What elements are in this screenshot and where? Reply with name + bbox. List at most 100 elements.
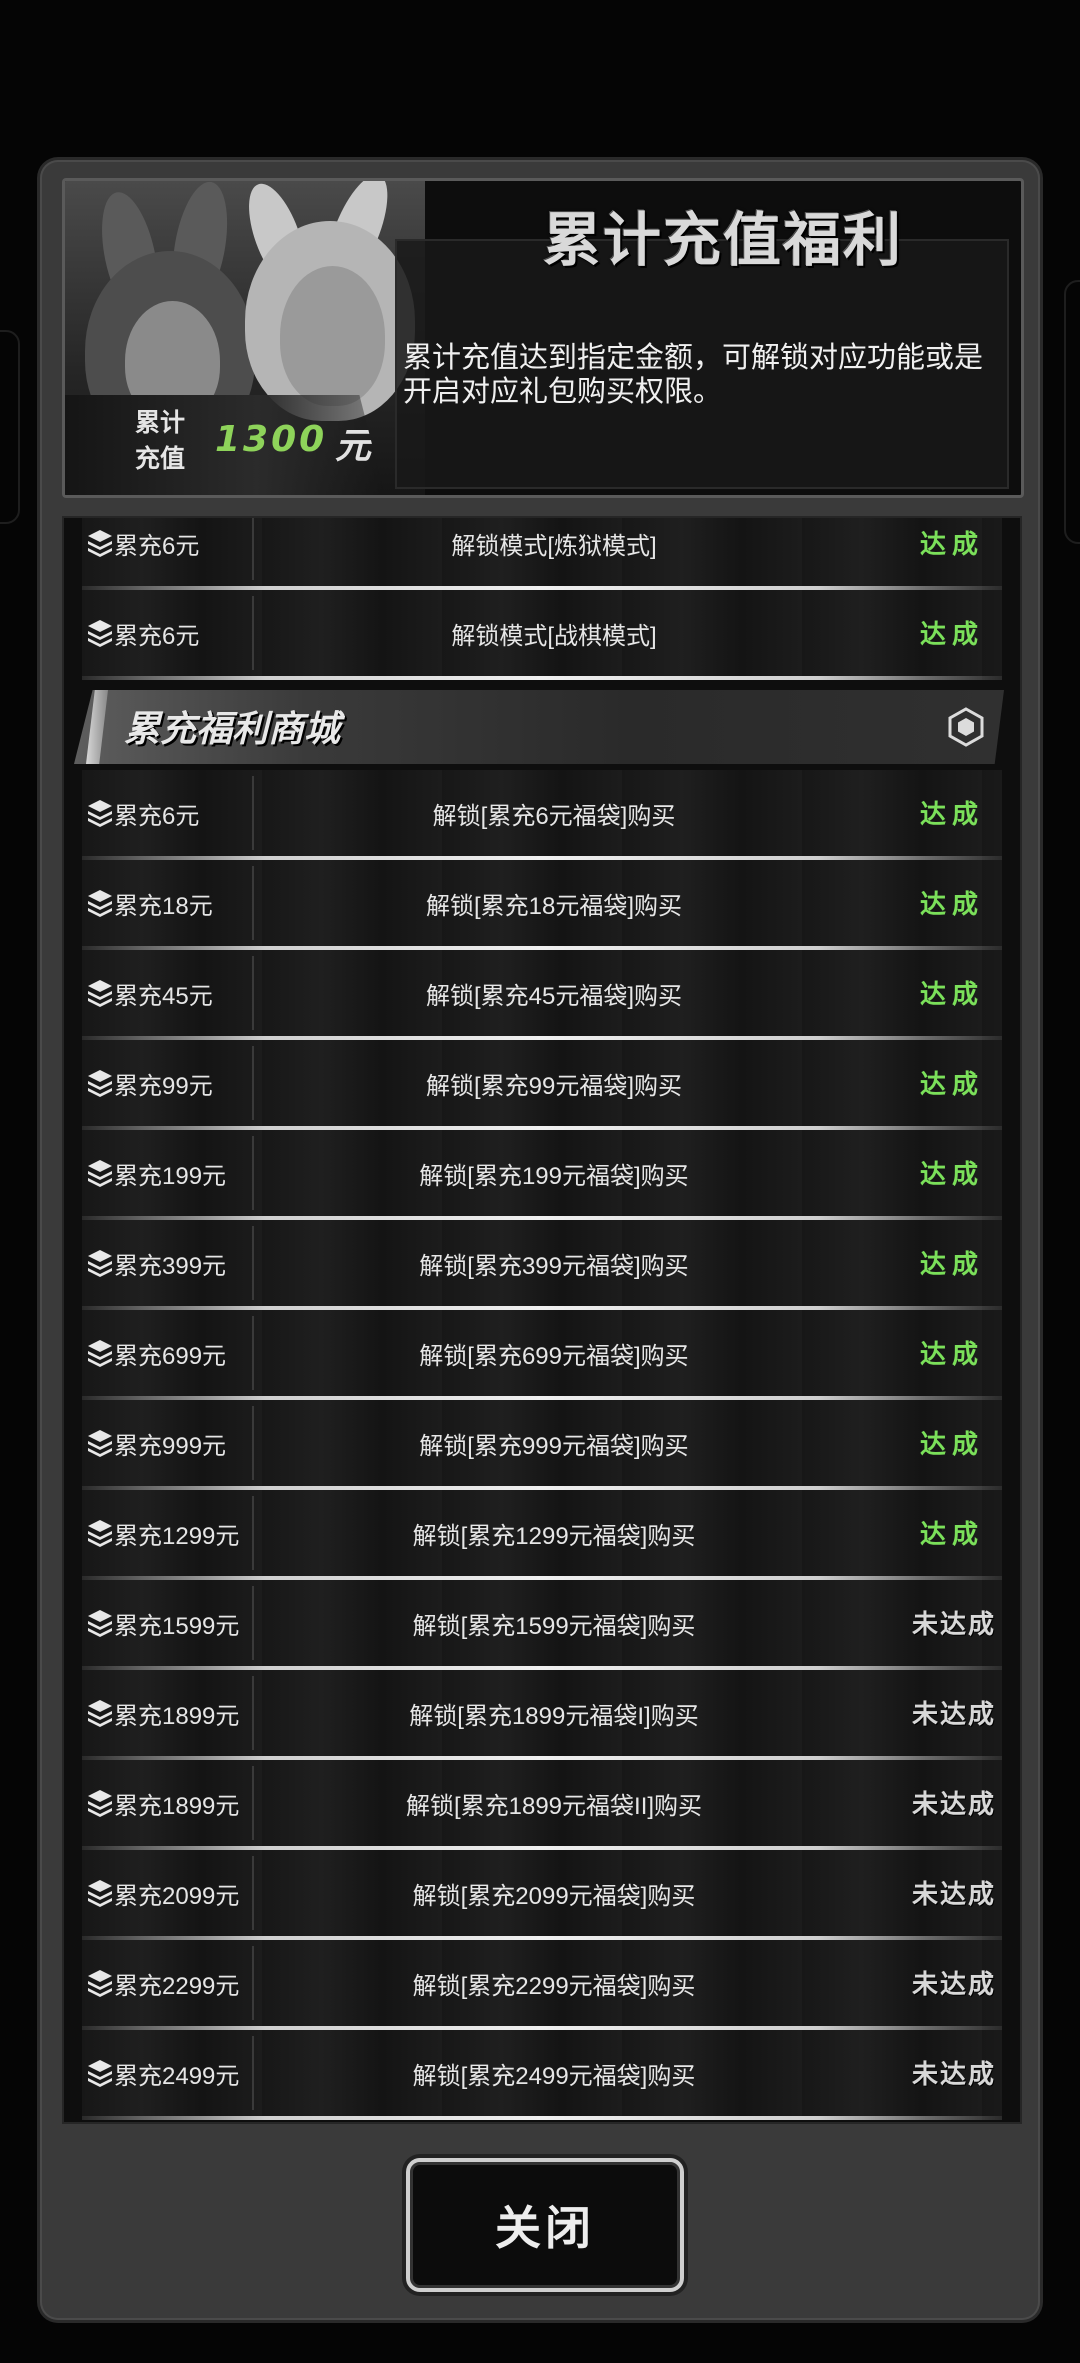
dialog-header: 累计 充值 1300 元 累计充值福利 累计充值达到指定金额，可解锁对应功能或是…: [62, 178, 1024, 498]
row-requirement: 累充999元: [114, 1433, 227, 1460]
layers-icon: [86, 1608, 114, 1638]
badge-label-line1: 累计: [134, 409, 185, 437]
row-description: 解锁[累充18元福袋]购买: [425, 893, 683, 920]
layers-icon: [86, 1518, 114, 1548]
background-frame-left: [0, 330, 20, 524]
row-requirement: 累充1899元: [114, 1793, 240, 1820]
list-item: 累充399元 解锁[累充399元福袋]购买 达成: [82, 1220, 1002, 1310]
layers-icon: [86, 1338, 114, 1368]
hexagon-icon[interactable]: [946, 707, 986, 747]
character-art: 累计 充值 1300 元: [65, 181, 425, 495]
badge-label-line2: 充值: [134, 445, 185, 473]
status-badge: 未达成: [911, 1879, 996, 1909]
status-badge: 达成: [919, 889, 984, 919]
row-requirement: 累充199元: [114, 1163, 227, 1190]
row-description: 解锁[累充199元福袋]购买: [419, 1163, 689, 1190]
status-badge: 达成: [919, 529, 984, 559]
status-badge: 达成: [919, 1339, 984, 1369]
status-badge: 达成: [919, 1519, 984, 1549]
list-item: 累充1899元 解锁[累充1899元福袋II]购买 未达成: [82, 1760, 1002, 1850]
section-stripe: [86, 690, 108, 764]
recharge-total-badge: 累计 充值 1300 元: [65, 395, 385, 495]
status-badge: 达成: [919, 1249, 984, 1279]
reward-list[interactable]: 累充6元 解锁模式[炼狱模式] 达成 累充6元 解锁模式[战棋模式] 达成 累充福利商城 累充…: [62, 516, 1022, 2124]
badge-unit: 元: [335, 425, 372, 466]
row-description: 解锁[累充2499元福袋]购买: [412, 2063, 696, 2090]
row-requirement: 累充6元: [114, 533, 200, 560]
row-description: 解锁[累充1299元福袋]购买: [412, 1523, 696, 1550]
status-badge: 达成: [919, 1069, 984, 1099]
row-requirement: 累充2099元: [114, 1883, 240, 1910]
row-requirement: 累充1599元: [114, 1613, 240, 1640]
layers-icon: [86, 1878, 114, 1908]
row-description: 解锁[累充2099元福袋]购买: [412, 1883, 696, 1910]
status-badge: 达成: [919, 799, 984, 829]
layers-icon: [86, 1968, 114, 1998]
row-description: 解锁[累充1899元福袋I]购买: [409, 1703, 699, 1730]
layers-icon: [86, 1788, 114, 1818]
layers-icon: [86, 1248, 114, 1278]
page-title: 累计充值福利: [542, 208, 903, 273]
layers-icon: [86, 978, 114, 1008]
list-item: 累充6元 解锁模式[炼狱模式] 达成: [82, 518, 1002, 590]
row-description: 解锁[累充99元福袋]购买: [425, 1073, 683, 1100]
cumulative-recharge-dialog: 累计 充值 1300 元 累计充值福利 累计充值达到指定金额，可解锁对应功能或是…: [40, 160, 1040, 2320]
face-right: [280, 266, 385, 406]
row-requirement: 累充1899元: [114, 1703, 240, 1730]
status-badge: 未达成: [911, 1789, 996, 1819]
row-description: 解锁[累充45元福袋]购买: [425, 983, 683, 1010]
status-badge: 达成: [919, 619, 984, 649]
row-requirement: 累充45元: [114, 983, 213, 1010]
list-item: 累充6元 解锁[累充6元福袋]购买 达成: [82, 770, 1002, 860]
layers-icon: [86, 1428, 114, 1458]
list-item: 累充1299元 解锁[累充1299元福袋]购买 达成: [82, 1490, 1002, 1580]
list-item: 累充2099元 解锁[累充2099元福袋]购买 未达成: [82, 1850, 1002, 1940]
list-item: 累充18元 解锁[累充18元福袋]购买 达成: [82, 860, 1002, 950]
status-badge: 未达成: [911, 2059, 996, 2089]
row-description: 解锁模式[炼狱模式]: [451, 533, 657, 560]
status-badge: 达成: [919, 1429, 984, 1459]
status-badge: 未达成: [911, 1609, 996, 1639]
list-item: 累充2499元 解锁[累充2499元福袋]购买 未达成: [82, 2030, 1002, 2120]
row-requirement: 累充18元: [114, 893, 213, 920]
row-requirement: 累充6元: [114, 623, 200, 650]
section-header: 累充福利商城: [74, 690, 1004, 764]
row-requirement: 累充1299元: [114, 1523, 240, 1550]
row-requirement: 累充6元: [114, 803, 200, 830]
row-description: 解锁[累充2299元福袋]购买: [412, 1973, 696, 2000]
layers-icon: [86, 798, 114, 828]
row-description: 解锁[累充399元福袋]购买: [419, 1253, 689, 1280]
layers-icon: [86, 1698, 114, 1728]
list-item: 累充999元 解锁[累充999元福袋]购买 达成: [82, 1400, 1002, 1490]
status-badge: 未达成: [911, 1969, 996, 1999]
list-item: 累充199元 解锁[累充199元福袋]购买 达成: [82, 1130, 1002, 1220]
status-badge: 达成: [919, 979, 984, 1009]
list-item: 累充1899元 解锁[累充1899元福袋I]购买 未达成: [82, 1670, 1002, 1760]
row-description: 解锁模式[战棋模式]: [451, 623, 657, 650]
row-requirement: 累充99元: [114, 1073, 213, 1100]
list-item: 累充2299元 解锁[累充2299元福袋]购买 未达成: [82, 1940, 1002, 2030]
list-item: 累充99元 解锁[累充99元福袋]购买 达成: [82, 1040, 1002, 1130]
header-description: 累计充值达到指定金额，可解锁对应功能或是开启对应礼包购买权限。: [403, 342, 984, 408]
badge-amount: 1300: [215, 419, 328, 460]
row-description: 解锁[累充6元福袋]购买: [432, 803, 676, 830]
layers-icon: [86, 888, 114, 918]
badge-label: 累计 充值: [105, 405, 215, 485]
row-description: 解锁[累充1599元福袋]购买: [412, 1613, 696, 1640]
list-item: 累充45元 解锁[累充45元福袋]购买 达成: [82, 950, 1002, 1040]
layers-icon: [86, 618, 114, 648]
row-requirement: 累充2499元: [114, 2063, 240, 2090]
section-title: 累充福利商城: [124, 708, 341, 749]
row-requirement: 累充2299元: [114, 1973, 240, 2000]
list-item: 累充6元 解锁模式[战棋模式] 达成: [82, 590, 1002, 680]
row-description: 解锁[累充1899元福袋II]购买: [405, 1793, 703, 1820]
background-frame-right: [1064, 280, 1080, 544]
list-item: 累充699元 解锁[累充699元福袋]购买 达成: [82, 1310, 1002, 1400]
close-button[interactable]: 关闭: [406, 2158, 684, 2292]
status-badge: 未达成: [911, 1699, 996, 1729]
layers-icon: [86, 1158, 114, 1188]
row-description: 解锁[累充999元福袋]购买: [419, 1433, 689, 1460]
list-item: 累充1599元 解锁[累充1599元福袋]购买 未达成: [82, 1580, 1002, 1670]
layers-icon: [86, 528, 114, 558]
layers-icon: [86, 1068, 114, 1098]
